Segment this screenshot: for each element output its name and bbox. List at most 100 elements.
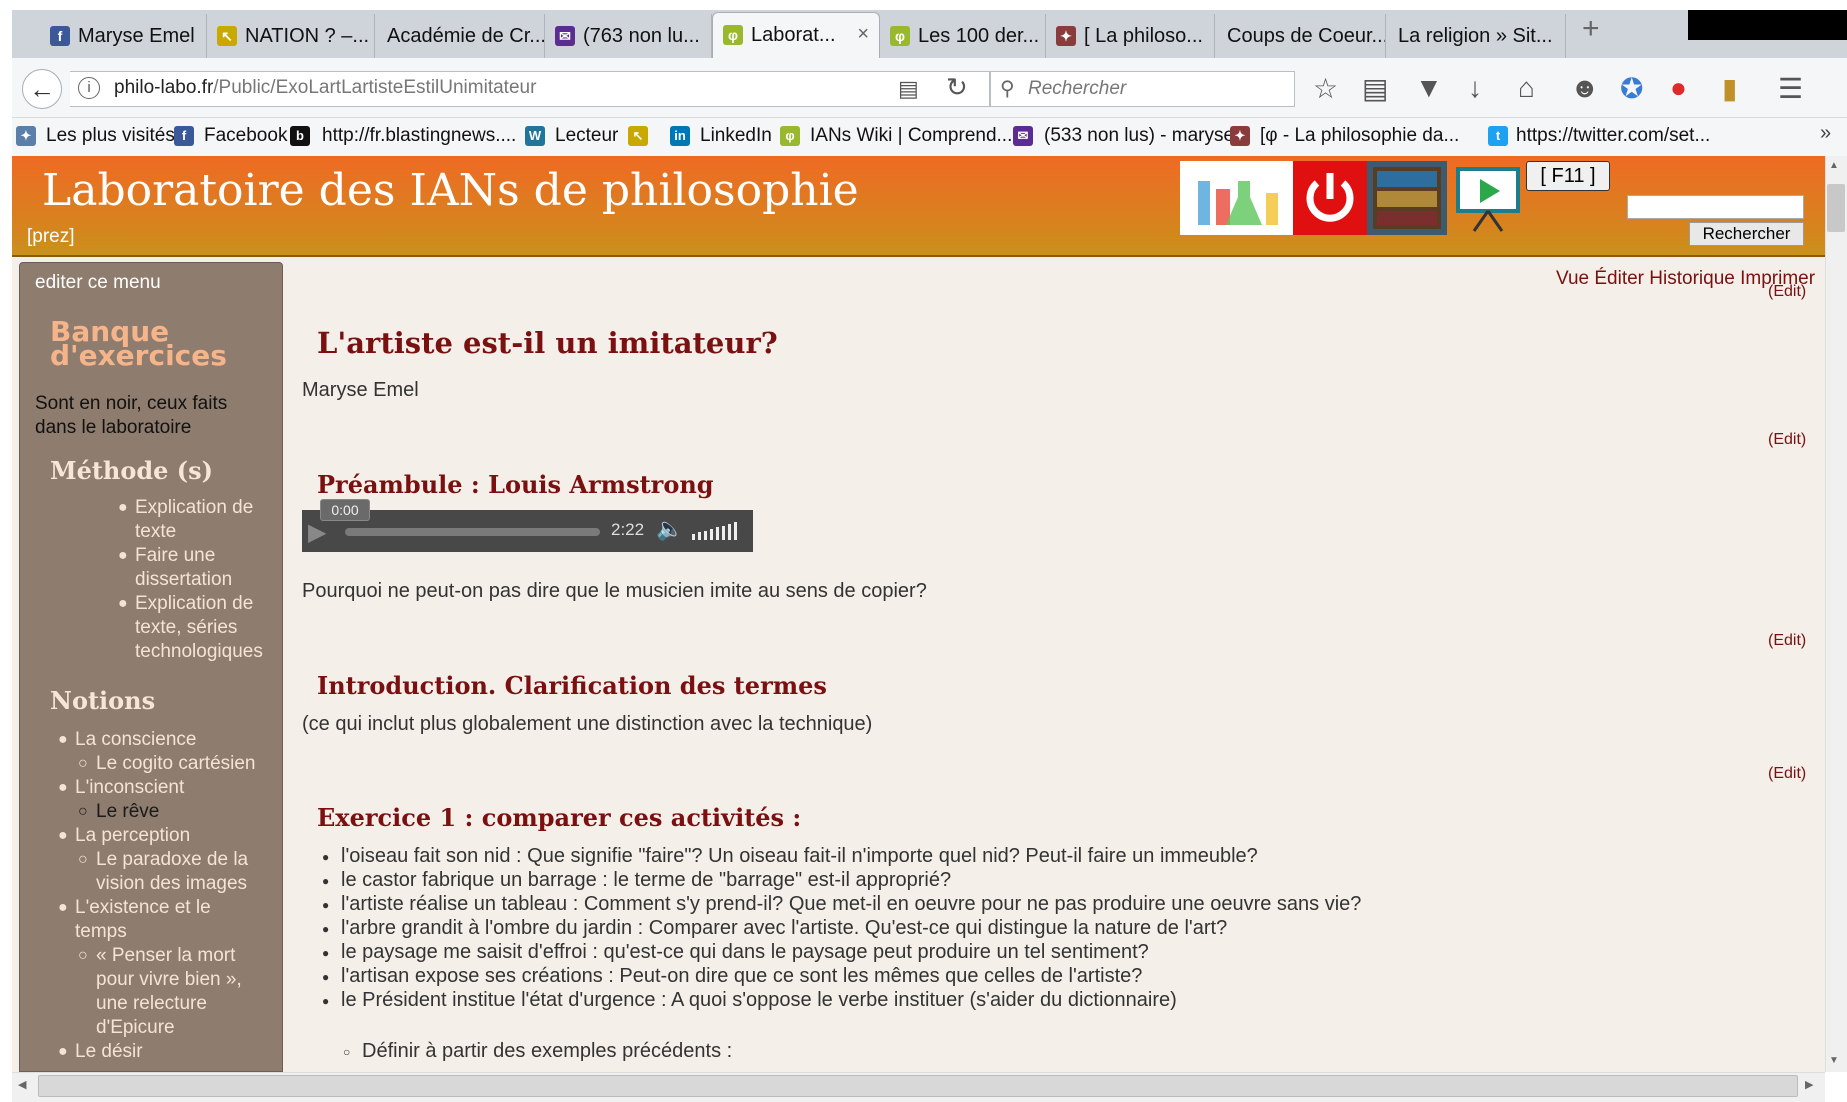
volume-icon[interactable]: 🔈: [656, 516, 683, 542]
close-tab-icon[interactable]: ×: [857, 23, 869, 46]
list-bullet: ●: [322, 946, 330, 960]
mail-icon[interactable]: ✉: [1013, 126, 1033, 146]
extension-star-icon[interactable]: ✪: [1620, 72, 1643, 105]
exercise-1-heading: Exercice 1 : comparer ces activités :: [317, 803, 802, 832]
sidebar-notion-9[interactable]: Le désir: [75, 1040, 143, 1064]
f11-button[interactable]: [ F11 ]: [1526, 161, 1610, 191]
method-title[interactable]: Méthode (s): [50, 456, 213, 485]
sidebar-notion-7[interactable]: L'existence et le temps: [75, 896, 211, 944]
play-icon[interactable]: ▶: [308, 518, 326, 547]
scroll-left-arrow-icon[interactable]: ◀: [18, 1078, 26, 1091]
reading-list-icon[interactable]: ▤: [1362, 72, 1388, 105]
notion-bullet: ●: [58, 899, 68, 916]
horizontal-scroll-thumb[interactable]: [38, 1075, 1798, 1097]
bookmark-2[interactable]: Facebook: [204, 125, 287, 147]
edit-link[interactable]: (Edit): [1768, 632, 1806, 650]
site-search-input[interactable]: [1627, 195, 1804, 219]
emoji-icon[interactable]: ☻: [1570, 72, 1599, 104]
bookmark-6[interactable]: LinkedIn: [700, 125, 772, 147]
sidebar-notion-3[interactable]: L'inconscient: [75, 776, 184, 800]
new-tab-button[interactable]: +: [1582, 12, 1600, 46]
tab-label: Coups de Coeur...: [1227, 24, 1386, 47]
notions-title[interactable]: Notions: [50, 686, 155, 715]
pocket-icon[interactable]: ▼: [1415, 72, 1443, 104]
site-info-icon[interactable]: i: [78, 77, 100, 99]
sidebar-method-2[interactable]: Faire une dissertation: [135, 544, 232, 592]
method-label-line: texte: [135, 521, 177, 542]
tab-1[interactable]: f Maryse Emel: [40, 14, 207, 58]
cursor-icon[interactable]: ↖: [628, 126, 648, 146]
url-text[interactable]: philo-labo.fr/Public/ExoLartLartisteEsti…: [114, 77, 536, 99]
preamble-heading: Préambule : Louis Armstrong: [317, 470, 714, 499]
edit-link[interactable]: (Edit): [1768, 765, 1806, 783]
edit-link[interactable]: (Edit): [1768, 283, 1806, 301]
bookshelf-icon[interactable]: [1367, 161, 1447, 235]
bookmark-8[interactable]: (533 non lus) - maryse...: [1044, 125, 1250, 147]
facebook-icon[interactable]: f: [174, 126, 194, 146]
bookmarks-icon[interactable]: ✦: [16, 126, 36, 146]
tab-label: La religion » Sit...: [1398, 24, 1553, 47]
extension-book-icon[interactable]: ▮: [1722, 72, 1737, 105]
tab-5[interactable]: φ Laborat... ×: [712, 12, 880, 58]
sidebar-notion-2[interactable]: Le cogito cartésien: [96, 752, 256, 776]
wordpress-icon[interactable]: W: [525, 126, 545, 146]
home-icon[interactable]: ⌂: [1518, 72, 1535, 104]
vertical-scroll-thumb[interactable]: [1827, 184, 1845, 232]
site-icon[interactable]: ✦: [1230, 126, 1250, 146]
tab-7[interactable]: ✦ [ La philoso...: [1046, 14, 1215, 58]
bookmark-3[interactable]: http://fr.blastingnews....: [322, 125, 516, 147]
tab-8[interactable]: Coups de Coeur...: [1215, 14, 1386, 58]
prez-link[interactable]: [prez]: [27, 226, 75, 248]
phi-icon: φ: [890, 26, 910, 46]
scroll-down-arrow-icon[interactable]: ▼: [1829, 1055, 1839, 1066]
reload-icon[interactable]: ↻: [946, 72, 968, 103]
list-bullet: ●: [322, 994, 330, 1008]
linkedin-icon[interactable]: in: [670, 126, 690, 146]
bookmark-star-icon[interactable]: ☆: [1313, 72, 1338, 105]
scroll-right-arrow-icon[interactable]: ▶: [1805, 1078, 1813, 1091]
sidebar-notion-5[interactable]: La perception: [75, 824, 190, 848]
window-corner: [1688, 10, 1847, 40]
bookmark-9[interactable]: [φ - La philosophie da...: [1260, 125, 1459, 147]
back-button[interactable]: ←: [22, 69, 62, 109]
tab-9[interactable]: La religion » Sit...: [1386, 14, 1566, 58]
bookmark-1[interactable]: Les plus visités: [46, 125, 175, 147]
lab-flasks-icon[interactable]: [1180, 161, 1293, 235]
download-icon[interactable]: ↓: [1468, 72, 1482, 104]
menu-icon[interactable]: ☰: [1778, 72, 1803, 105]
tab-4[interactable]: ✉ (763 non lu...: [545, 14, 712, 58]
edit-menu-link[interactable]: editer ce menu: [35, 272, 161, 294]
presentation-play-icon[interactable]: [1452, 161, 1524, 235]
blasting-icon[interactable]: b: [290, 126, 310, 146]
phi-icon[interactable]: φ: [780, 126, 800, 146]
volume-slider[interactable]: [692, 522, 742, 540]
bookmark-7[interactable]: IANs Wiki | Comprend...: [810, 125, 1012, 147]
sidebar-notion-1[interactable]: La conscience: [75, 728, 196, 752]
reader-view-icon[interactable]: ▤: [898, 76, 919, 102]
audio-progress-bar[interactable]: [345, 528, 600, 536]
site-search-button[interactable]: Rechercher: [1689, 222, 1804, 246]
scroll-up-arrow-icon[interactable]: ▲: [1829, 160, 1839, 171]
power-icon[interactable]: [1293, 161, 1367, 235]
twitter-icon[interactable]: t: [1488, 126, 1508, 146]
notion-bullet: ○: [78, 803, 88, 820]
sidebar-notion-6[interactable]: Le paradoxe de la vision des images: [96, 848, 248, 896]
site-title[interactable]: Laboratoire des IANs de philosophie: [42, 165, 859, 216]
exercise-1-item: l'artiste réalise un tableau : Comment s…: [341, 893, 1362, 915]
sidebar-notion-4[interactable]: Le rêve: [96, 800, 159, 824]
vertical-scrollbar[interactable]: [1825, 156, 1847, 1072]
sidebar-method-1[interactable]: Explication de texte: [135, 496, 253, 544]
tab-2[interactable]: ↖ NATION ? –...: [207, 14, 375, 58]
bookmark-10[interactable]: https://twitter.com/set...: [1516, 125, 1710, 147]
pinterest-icon[interactable]: ●: [1670, 72, 1687, 104]
sidebar-notion-8[interactable]: « Penser la mort pour vivre bien », une re…: [96, 944, 242, 1040]
tab-6[interactable]: φ Les 100 der...: [880, 14, 1046, 58]
sidebar-method-3[interactable]: Explication de texte, séries technologique…: [135, 592, 263, 664]
bookmarks-overflow-icon[interactable]: »: [1820, 122, 1831, 145]
tab-label: Les 100 der...: [918, 24, 1040, 47]
tab-3[interactable]: Académie de Cr...: [375, 14, 545, 58]
bookmark-4[interactable]: Lecteur: [555, 125, 618, 147]
edit-link[interactable]: (Edit): [1768, 431, 1806, 449]
mail-icon: ✉: [555, 26, 575, 46]
bank-title[interactable]: Banque d'exercices: [50, 318, 227, 370]
